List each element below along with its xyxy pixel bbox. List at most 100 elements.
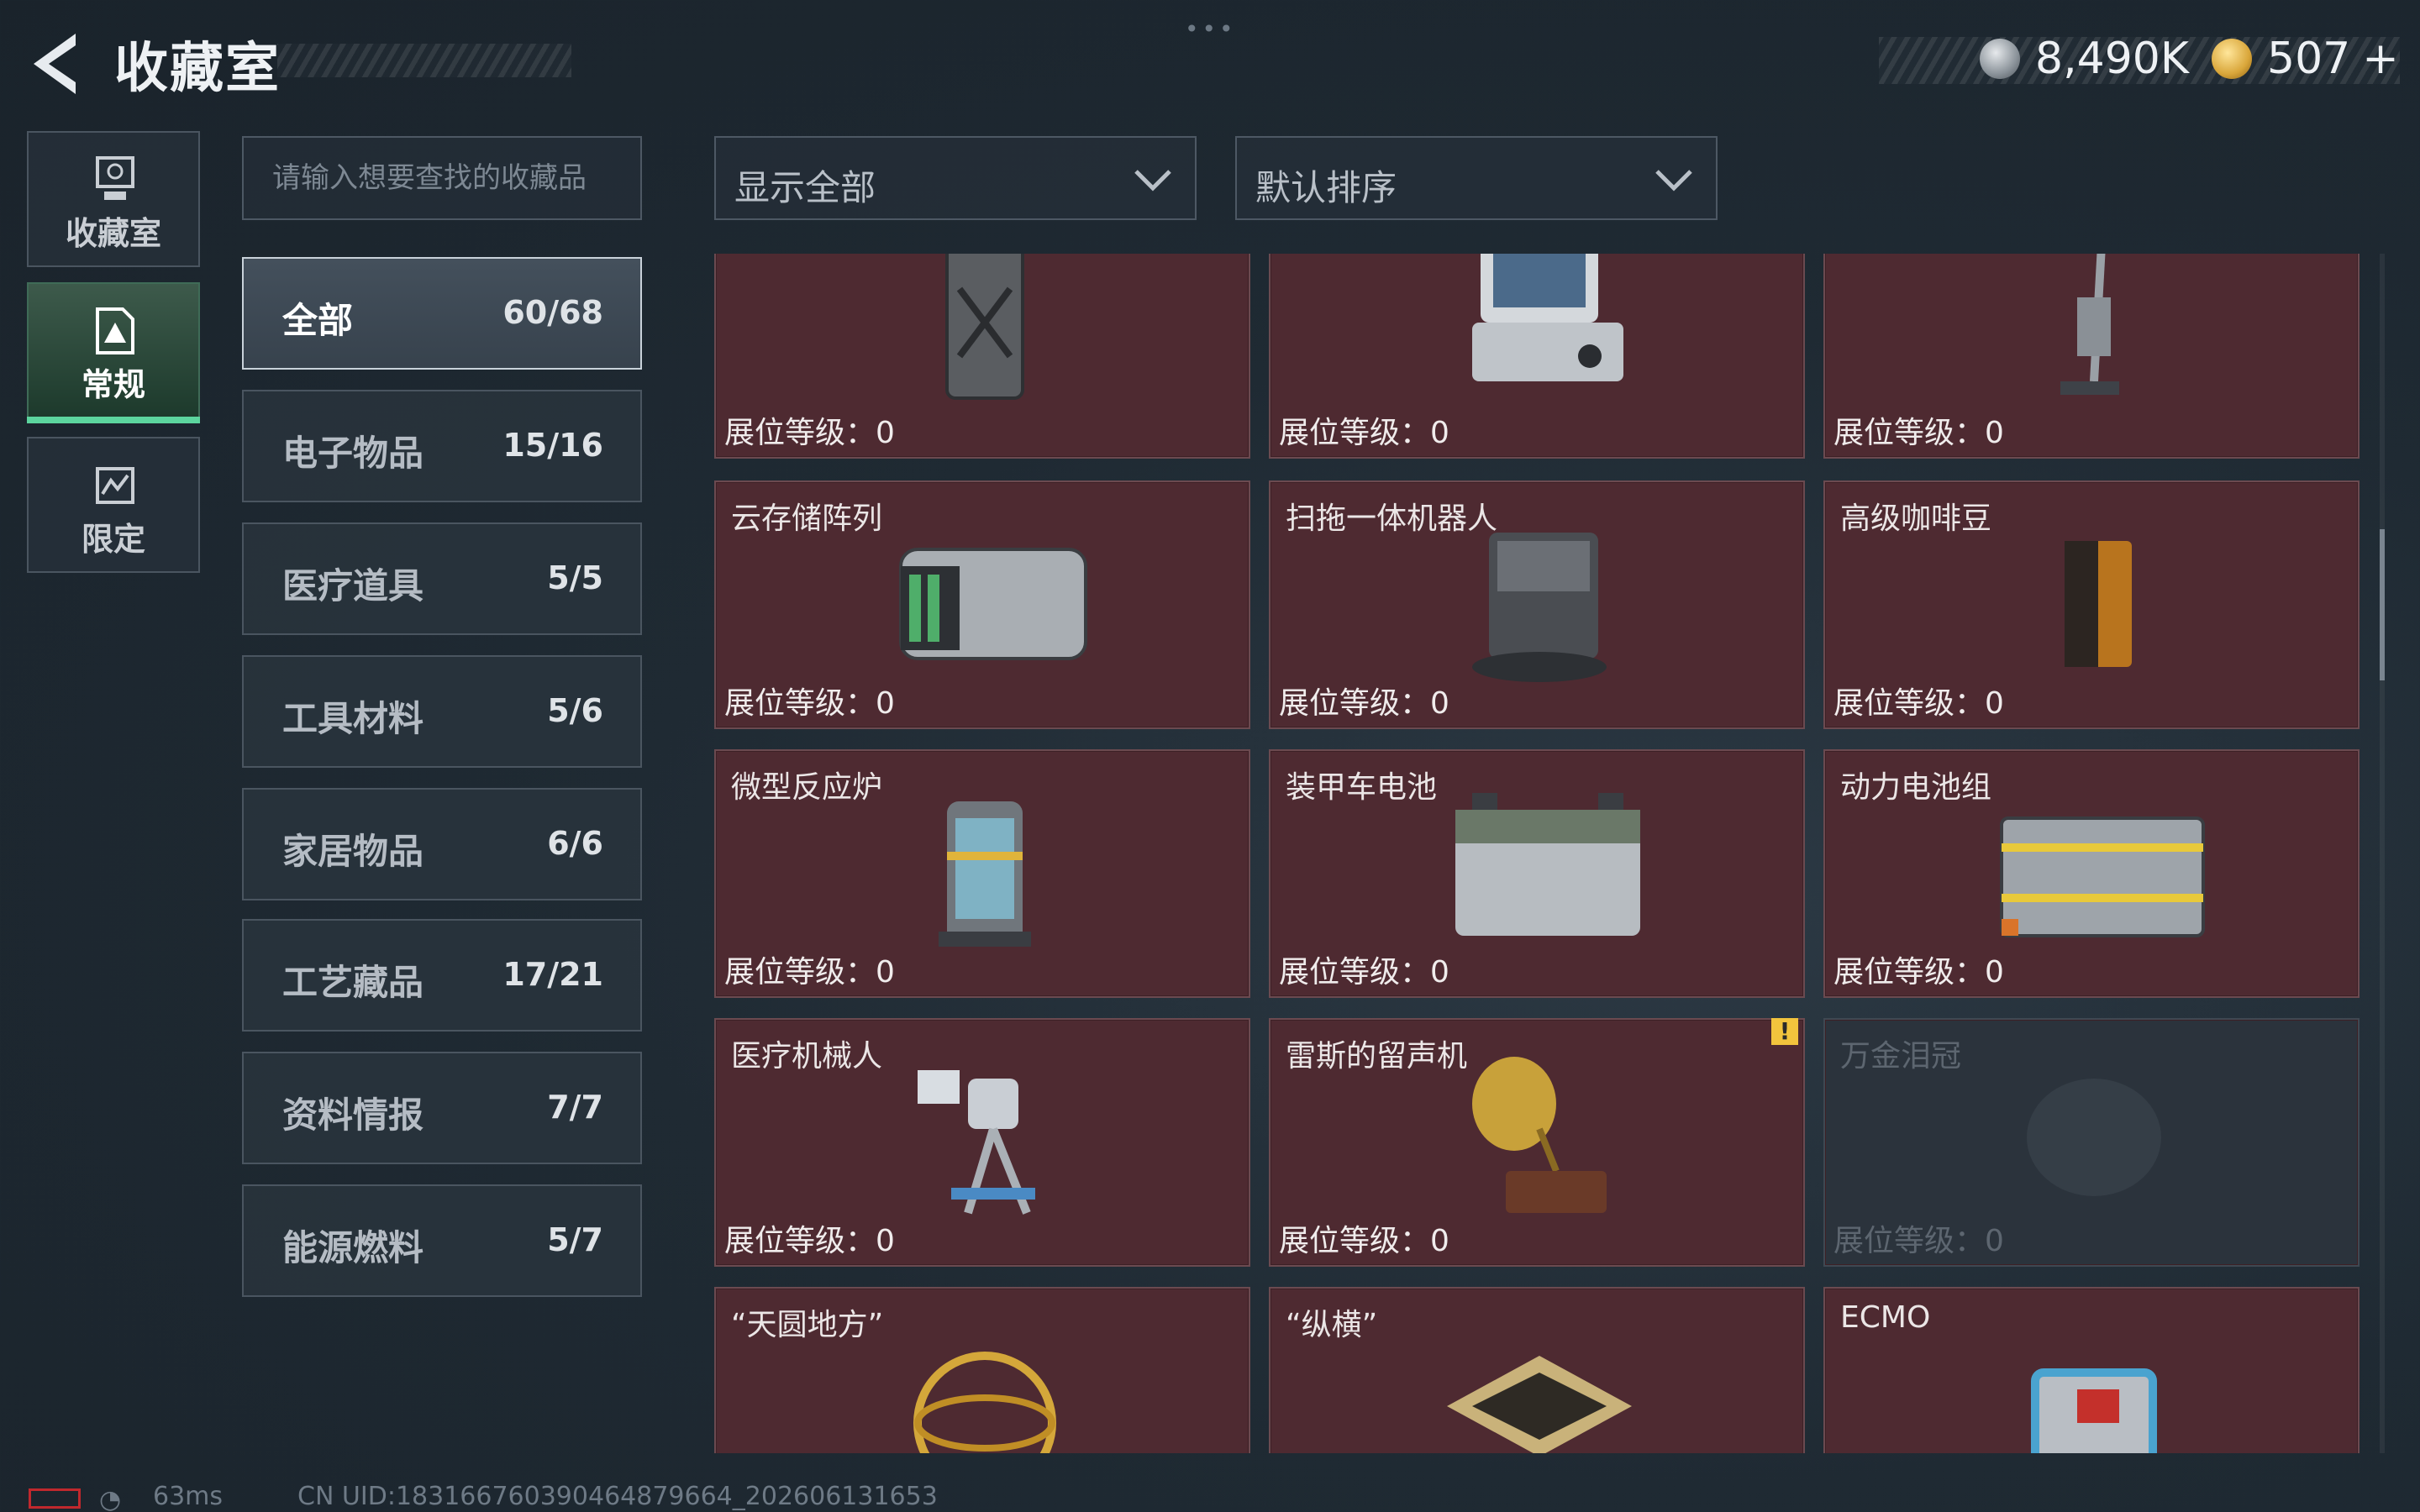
search-input[interactable] [244, 138, 640, 218]
category-all[interactable]: 全部 60/68 [242, 257, 642, 370]
category-household[interactable]: 家居物品 6/6 [242, 788, 642, 900]
item-name: 装甲车电池 [1286, 770, 1438, 805]
category-intel[interactable]: 资料情报 7/7 [242, 1052, 642, 1164]
category-medical[interactable]: 医疗道具 5/5 [242, 522, 642, 635]
category-count: 5/7 [547, 1221, 603, 1258]
back-arrow-icon[interactable] [25, 30, 84, 97]
category-count: 7/7 [547, 1089, 603, 1126]
item-name: “纵横” [1286, 1308, 1378, 1342]
vacuum-cleaner-icon [2060, 254, 2119, 395]
grid-scrollbar-thumb[interactable] [2380, 529, 2385, 680]
gold-coin-icon [2212, 39, 2252, 79]
crown-icon [2027, 1079, 2161, 1196]
document-icon [96, 307, 134, 354]
item-name: “天圆地方” [731, 1308, 884, 1342]
silver-coin-icon [1980, 39, 2020, 79]
collection-card[interactable]: 医疗机械人 展位等级：0 [714, 1018, 1250, 1267]
nav-tab-collection[interactable]: 收藏室 [27, 131, 200, 267]
category-label: 资料情报 [282, 1095, 424, 1136]
gold-amount: 507 [2267, 34, 2351, 84]
grid-scrollbar[interactable] [2380, 254, 2385, 1453]
display-level: 展位等级：0 [1833, 686, 2004, 721]
map-icon [96, 467, 134, 504]
sort-dropdown-label: 默认排序 [1255, 167, 1397, 208]
category-tools[interactable]: 工具材料 5/6 [242, 655, 642, 768]
robot-vacuum-icon [1472, 533, 1607, 682]
add-currency-icon[interactable]: + [2362, 34, 2399, 84]
display-level: 展位等级：0 [1833, 955, 2004, 990]
nav-tab-regular[interactable]: 常规 [27, 282, 200, 423]
category-label: 工具材料 [282, 698, 424, 739]
more-menu-icon[interactable]: ••• [1185, 15, 1237, 43]
category-label: 电子物品 [282, 433, 424, 474]
collection-card[interactable]: 云存储阵列 展位等级：0 [714, 480, 1250, 729]
collection-card[interactable]: ECMO [1823, 1287, 2360, 1453]
display-level: 展位等级：0 [724, 416, 895, 450]
nav-tab-label: 收藏室 [65, 215, 161, 252]
medical-robot-icon [918, 1070, 1035, 1215]
filter-dropdown-label: 显示全部 [734, 167, 876, 208]
collection-card[interactable]: 微型反应炉 展位等级：0 [714, 749, 1250, 998]
battery-icon [29, 1488, 81, 1509]
collection-card[interactable]: 扫拖一体机器人 展位等级：0 [1269, 480, 1805, 729]
title-decoration [277, 44, 571, 77]
collection-card[interactable]: 动力电池组 展位等级：0 [1823, 749, 2360, 998]
category-label: 工艺藏品 [282, 962, 424, 1003]
display-level: 展位等级：0 [724, 1224, 895, 1258]
collection-card-locked[interactable]: 万金泪冠 展位等级：0 [1823, 1018, 2360, 1267]
gold-currency[interactable]: 507 + [2212, 34, 2399, 84]
collection-card[interactable]: 展位等级：0 [1823, 254, 2360, 459]
wifi-icon: ◔ [99, 1485, 122, 1512]
filter-dropdown[interactable]: 显示全部 [714, 136, 1197, 220]
collection-card[interactable]: 装甲车电池 展位等级：0 [1269, 749, 1805, 998]
collection-card[interactable]: 展位等级：0 [714, 254, 1250, 459]
uid-text: CN UID:18316676039046487966​4_2026061316… [297, 1482, 938, 1511]
display-level: 展位等级：0 [1279, 416, 1449, 450]
item-name: 万金泪冠 [1840, 1039, 1962, 1074]
item-name: ECMO [1840, 1300, 1931, 1335]
monitor-device-icon [1472, 254, 1623, 381]
armillary-sphere-icon [913, 1352, 1056, 1453]
category-count: 6/6 [547, 825, 603, 862]
battery-icon [1455, 793, 1640, 936]
item-name: 微型反应炉 [731, 770, 883, 805]
category-energy[interactable]: 能源燃料 5/7 [242, 1184, 642, 1297]
category-count: 5/5 [547, 559, 603, 596]
nav-tab-limited[interactable]: 限定 [27, 437, 200, 573]
category-count: 60/68 [502, 294, 603, 331]
collection-search[interactable] [242, 136, 642, 220]
chessboard-icon [1447, 1356, 1632, 1453]
display-level: 展位等级：0 [1833, 416, 2004, 450]
nav-tab-label: 限定 [81, 521, 145, 558]
category-label: 医疗道具 [282, 565, 424, 606]
collection-card[interactable]: “纵横” [1269, 1287, 1805, 1453]
item-name: 动力电池组 [1840, 770, 1992, 805]
collection-card[interactable]: “天圆地方” [714, 1287, 1250, 1453]
category-electronics[interactable]: 电子物品 15/16 [242, 390, 642, 502]
display-level: 展位等级：0 [1279, 1224, 1449, 1258]
display-level: 展位等级：0 [1279, 686, 1449, 721]
category-label: 全部 [282, 300, 354, 341]
category-crafts[interactable]: 工艺藏品 17/21 [242, 919, 642, 1032]
nav-tab-label: 常规 [81, 366, 145, 403]
collection-card[interactable]: 高级咖啡豆 展位等级：0 [1823, 480, 2360, 729]
display-level: 展位等级：0 [724, 955, 895, 990]
battery-pack-icon [2000, 816, 2205, 937]
coffee-bag-icon [2065, 541, 2132, 667]
category-label: 能源燃料 [282, 1227, 424, 1268]
collection-card[interactable]: 展位等级：0 [1269, 254, 1805, 459]
top-bar: 收藏室 ••• 8,490K 507 + [0, 0, 2420, 126]
warning-icon: ! [1771, 1018, 1798, 1045]
display-level: 展位等级：0 [1279, 955, 1449, 990]
page-title: 收藏室 [114, 38, 281, 100]
status-bar: ◔ 63ms CN UID:18316676039046487966​4_202… [0, 1480, 2420, 1512]
category-count: 15/16 [502, 427, 603, 464]
item-name: 高级咖啡豆 [1840, 501, 1992, 536]
sort-dropdown[interactable]: 默认排序 [1235, 136, 1718, 220]
storage-array-icon [899, 548, 1087, 660]
reactor-icon [939, 801, 1031, 947]
category-count: 17/21 [502, 956, 603, 993]
collection-card[interactable]: 雷斯的留声机 ! 展位等级：0 [1269, 1018, 1805, 1267]
fuel-can-icon [945, 254, 1024, 400]
chevron-down-icon [1134, 170, 1171, 192]
